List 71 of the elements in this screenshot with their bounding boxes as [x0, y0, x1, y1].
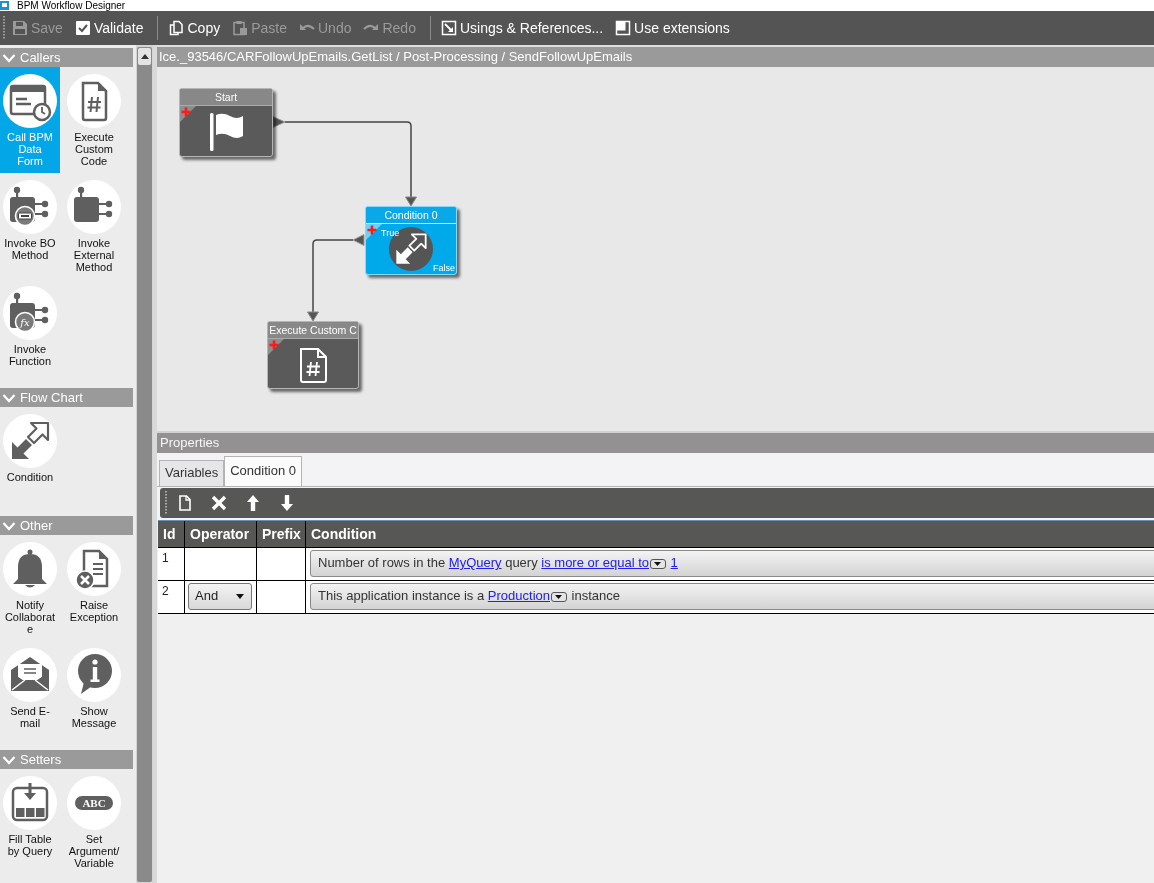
copy-icon: [168, 20, 185, 36]
toolbar-button[interactable]: Copy: [164, 15, 225, 41]
caret-icon: [654, 561, 662, 566]
abc-icon: ABC: [67, 776, 121, 830]
component-icon: [67, 180, 121, 234]
palette-item[interactable]: Fill Table by Query: [0, 769, 60, 875]
tab[interactable]: Condition 0: [224, 455, 302, 486]
panel-header: Properties: [157, 432, 1154, 453]
toolbar-button[interactable]: Usings & References...: [436, 15, 608, 41]
bell-icon: [3, 542, 57, 596]
condition-link[interactable]: Production: [487, 588, 550, 604]
close-icon: [211, 494, 227, 511]
table-download-icon: [3, 776, 57, 830]
table-cell: 2: [158, 580, 185, 613]
condition-text: Number of rows in the MyQuery query is more or equal to 1: [318, 554, 678, 573]
workflow-node[interactable]: Start: [179, 88, 273, 157]
palette-item[interactable]: Show Message: [64, 641, 124, 747]
new-document-icon: [179, 494, 191, 511]
tab[interactable]: Variables: [159, 459, 225, 486]
palette-item[interactable]: Invoke BO Method: [0, 173, 60, 279]
flag-icon: [208, 111, 244, 151]
column-header: Condition: [306, 520, 1154, 547]
condition-text: This application instance is a Production instance: [318, 587, 621, 606]
caret-icon: [555, 594, 563, 599]
node-title: Execute Custom C: [268, 322, 358, 339]
envelope-icon: [3, 648, 57, 702]
document-error-icon: [67, 542, 121, 596]
palette-item[interactable]: ABC Set Argument/Variable: [64, 769, 124, 875]
palette-item[interactable]: Notify Collaborate: [0, 535, 60, 641]
palette-item[interactable]: Send E-mail: [0, 641, 60, 747]
save-icon: [12, 20, 28, 36]
node-title: Start: [180, 89, 272, 106]
dropdown-button[interactable]: [650, 558, 666, 569]
column-header: Id: [158, 520, 185, 547]
dropdown-button[interactable]: [551, 591, 567, 602]
condition-link[interactable]: 1: [670, 555, 678, 571]
component-icon: [3, 180, 57, 234]
column-header: Operator: [185, 520, 257, 547]
operator-dropdown[interactable]: And: [188, 582, 252, 610]
toolbar-button[interactable]: Validate: [70, 15, 148, 41]
condition-editor[interactable]: Number of rows in the MyQuery query is more or equal to 1: [310, 549, 1154, 577]
form-clock-icon: [3, 74, 57, 128]
hash-document-icon: [298, 346, 328, 384]
palette-item[interactable]: Execute Custom Code: [64, 67, 124, 173]
function-icon: fx: [3, 286, 57, 340]
workflow-node[interactable]: Execute Custom C: [267, 321, 359, 389]
node-title: Condition 0: [366, 207, 456, 224]
up-arrow-icon: [247, 494, 259, 511]
info-icon: [67, 648, 121, 702]
scroll-up-button[interactable]: [138, 48, 151, 65]
window-title: BPM Workflow Designer: [17, 0, 126, 11]
window-icon: [615, 20, 632, 36]
clipboard-icon: [232, 20, 249, 36]
palette-item[interactable]: Condition: [0, 407, 60, 513]
down-arrow-icon: [281, 494, 293, 511]
column-header: Prefix: [257, 520, 306, 547]
up-arrow-icon: [140, 54, 149, 59]
palette-item[interactable]: Invoke External Method: [64, 173, 124, 279]
condition-editor[interactable]: This application instance is a Production instance: [310, 582, 1154, 610]
table-cell: 1: [158, 547, 185, 580]
hash-document-icon: [67, 74, 121, 128]
branch-label: False: [433, 263, 455, 273]
condition-link[interactable]: MyQuery: [448, 555, 502, 571]
palette-item[interactable]: fx Invoke Function: [0, 279, 60, 385]
checkbox-icon: [74, 20, 91, 36]
toolbar-button[interactable]: Use extensions: [611, 15, 734, 41]
palette-item[interactable]: Raise Exception: [64, 535, 124, 641]
caret-icon: [236, 593, 244, 599]
breadcrumb: Ice._93546/CARFollowUpEmails.GetList / Post-Processing / SendFollowUpEmails: [157, 47, 1154, 67]
branch-label: True: [381, 228, 400, 238]
condition-link[interactable]: is more or equal to: [541, 555, 649, 571]
